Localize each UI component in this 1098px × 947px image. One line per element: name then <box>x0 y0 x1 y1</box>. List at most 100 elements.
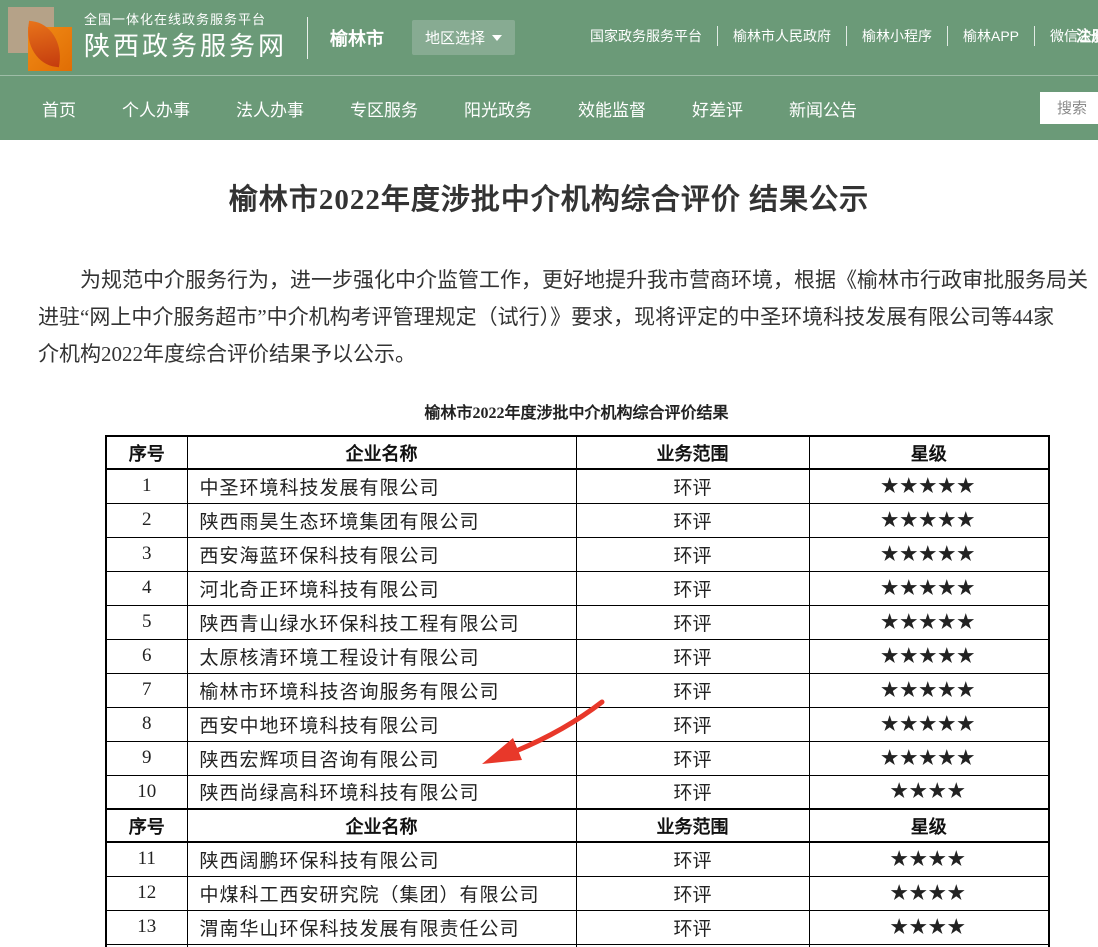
cell-scope: 环评 <box>576 605 809 639</box>
cell-company: 渭南华山环保科技发展有限责任公司 <box>187 910 576 944</box>
column-header: 星级 <box>809 809 1049 842</box>
table-row: 7榆林市环境科技咨询服务有限公司环评★★★★★ <box>106 673 1049 707</box>
table-row: 3西安海蓝环保科技有限公司环评★★★★★ <box>106 537 1049 571</box>
cell-scope: 环评 <box>576 639 809 673</box>
cell-scope: 环评 <box>576 842 809 876</box>
site-name: 陕西政务服务网 <box>84 30 287 63</box>
cell-scope: 环评 <box>576 910 809 944</box>
paragraph-line: 进驻“网上中介服务超市”中介机构考评管理规定（试行）》要求，现将评定的中圣环境科… <box>0 299 1098 336</box>
table-row: 8西安中地环境科技有限公司环评★★★★★ <box>106 707 1049 741</box>
table-header-row: 序号企业名称业务范围星级 <box>106 436 1049 469</box>
cell-scope: 环评 <box>576 775 809 809</box>
table-row: 11陕西阔鹏环保科技有限公司环评★★★★ <box>106 842 1049 876</box>
cell-company: 中圣环境科技发展有限公司 <box>187 469 576 503</box>
header-link[interactable]: 国家政务服务平台 <box>575 26 717 46</box>
table-row: 2陕西雨昊生态环境集团有限公司环评★★★★★ <box>106 503 1049 537</box>
table-row: 1中圣环境科技发展有限公司环评★★★★★ <box>106 469 1049 503</box>
cell-company: 陕西尚绿高科环境科技有限公司 <box>187 775 576 809</box>
cell-index: 5 <box>106 605 187 639</box>
header-link[interactable]: 榆林市人民政府 <box>717 26 846 46</box>
evaluation-table-body: 序号企业名称业务范围星级1中圣环境科技发展有限公司环评★★★★★2陕西雨昊生态环… <box>106 436 1049 947</box>
cell-company: 中煤科工西安研究院（集团）有限公司 <box>187 876 576 910</box>
search-input[interactable] <box>1040 92 1098 124</box>
column-header: 星级 <box>809 436 1049 469</box>
nav-item[interactable]: 首页 <box>42 96 76 121</box>
cell-index: 8 <box>106 707 187 741</box>
paragraph-line: 为规范中介服务行为，进一步强化中介监管工作，更好地提升我市营商环境，根据《榆林市… <box>0 262 1098 299</box>
cell-index: 3 <box>106 537 187 571</box>
main-nav: 首页 个人办事 法人办事 专区服务 阳光政务 效能监督 好差评 新闻公告 <box>0 75 1098 140</box>
table-caption: 榆林市2022年度涉批中介机构综合评价结果 <box>105 399 1048 423</box>
cell-company: 西安海蓝环保科技有限公司 <box>187 537 576 571</box>
header-links: 国家政务服务平台榆林市人民政府榆林小程序榆林APP微信公众号 <box>575 26 1098 46</box>
column-header: 业务范围 <box>576 436 809 469</box>
column-header: 序号 <box>106 809 187 842</box>
table-row: 13渭南华山环保科技发展有限责任公司环评★★★★ <box>106 910 1049 944</box>
cell-scope: 环评 <box>576 707 809 741</box>
nav-item[interactable]: 效能监督 <box>578 96 646 121</box>
table-row: 12中煤科工西安研究院（集团）有限公司环评★★★★ <box>106 876 1049 910</box>
register-link[interactable]: 注册 <box>1076 25 1098 46</box>
cell-scope: 环评 <box>576 571 809 605</box>
column-header: 序号 <box>106 436 187 469</box>
cell-stars: ★★★★★ <box>809 741 1049 775</box>
nav-item[interactable]: 好差评 <box>692 96 743 121</box>
announcement-paragraph: 为规范中介服务行为，进一步强化中介监管工作，更好地提升我市营商环境，根据《榆林市… <box>0 262 1098 373</box>
cell-index: 13 <box>106 910 187 944</box>
cell-company: 西安中地环境科技有限公司 <box>187 707 576 741</box>
table-row: 5陕西青山绿水环保科技工程有限公司环评★★★★★ <box>106 605 1049 639</box>
cell-stars: ★★★★★ <box>809 639 1049 673</box>
cell-scope: 环评 <box>576 537 809 571</box>
cell-index: 12 <box>106 876 187 910</box>
site-logo[interactable] <box>8 6 72 70</box>
nav-item[interactable]: 法人办事 <box>236 96 304 121</box>
cell-index: 9 <box>106 741 187 775</box>
cell-stars: ★★★★★ <box>809 571 1049 605</box>
cell-company: 榆林市环境科技咨询服务有限公司 <box>187 673 576 707</box>
column-header: 业务范围 <box>576 809 809 842</box>
header-link[interactable]: 榆林APP <box>947 26 1034 46</box>
cell-index: 10 <box>106 775 187 809</box>
cell-company: 陕西雨昊生态环境集团有限公司 <box>187 503 576 537</box>
evaluation-table: 序号企业名称业务范围星级1中圣环境科技发展有限公司环评★★★★★2陕西雨昊生态环… <box>105 435 1050 947</box>
column-header: 企业名称 <box>187 809 576 842</box>
page-title: 榆林市2022年度涉批中介机构综合评价 结果公示 <box>0 176 1098 218</box>
region-select-button[interactable]: 地区选择 <box>412 20 515 55</box>
cell-stars: ★★★★ <box>809 910 1049 944</box>
cell-company: 陕西宏辉项目咨询有限公司 <box>187 741 576 775</box>
nav-item[interactable]: 专区服务 <box>350 96 418 121</box>
site-header: 全国一体化在线政务服务平台 陕西政务服务网 榆林市 地区选择 国家政务服务平台榆… <box>0 0 1098 75</box>
nav-item[interactable]: 个人办事 <box>122 96 190 121</box>
cell-stars: ★★★★ <box>809 876 1049 910</box>
cell-stars: ★★★★★ <box>809 605 1049 639</box>
cell-index: 2 <box>106 503 187 537</box>
cell-index: 1 <box>106 469 187 503</box>
cell-scope: 环评 <box>576 741 809 775</box>
cell-index: 11 <box>106 842 187 876</box>
cell-stars: ★★★★★ <box>809 503 1049 537</box>
cell-scope: 环评 <box>576 876 809 910</box>
chevron-down-icon <box>492 35 502 41</box>
nav-item[interactable]: 新闻公告 <box>789 96 857 121</box>
region-select-label: 地区选择 <box>425 27 485 48</box>
cell-stars: ★★★★★ <box>809 707 1049 741</box>
cell-index: 7 <box>106 673 187 707</box>
site-titles: 全国一体化在线政务服务平台 陕西政务服务网 <box>84 12 287 63</box>
header-link[interactable]: 榆林小程序 <box>846 26 947 46</box>
table-row: 10陕西尚绿高科环境科技有限公司环评★★★★ <box>106 775 1049 809</box>
cell-stars: ★★★★ <box>809 842 1049 876</box>
cell-company: 太原核清环境工程设计有限公司 <box>187 639 576 673</box>
header-divider <box>307 17 308 59</box>
nav-item[interactable]: 阳光政务 <box>464 96 532 121</box>
cell-stars: ★★★★ <box>809 775 1049 809</box>
column-header: 企业名称 <box>187 436 576 469</box>
cell-stars: ★★★★★ <box>809 469 1049 503</box>
cell-index: 6 <box>106 639 187 673</box>
cell-scope: 环评 <box>576 673 809 707</box>
table-row: 4河北奇正环境科技有限公司环评★★★★★ <box>106 571 1049 605</box>
current-city-label: 榆林市 <box>330 25 384 51</box>
cell-company: 河北奇正环境科技有限公司 <box>187 571 576 605</box>
platform-label: 全国一体化在线政务服务平台 <box>84 12 287 28</box>
table-header-row: 序号企业名称业务范围星级 <box>106 809 1049 842</box>
paragraph-line: 介机构2022年度综合评价结果予以公示。 <box>0 336 1098 373</box>
